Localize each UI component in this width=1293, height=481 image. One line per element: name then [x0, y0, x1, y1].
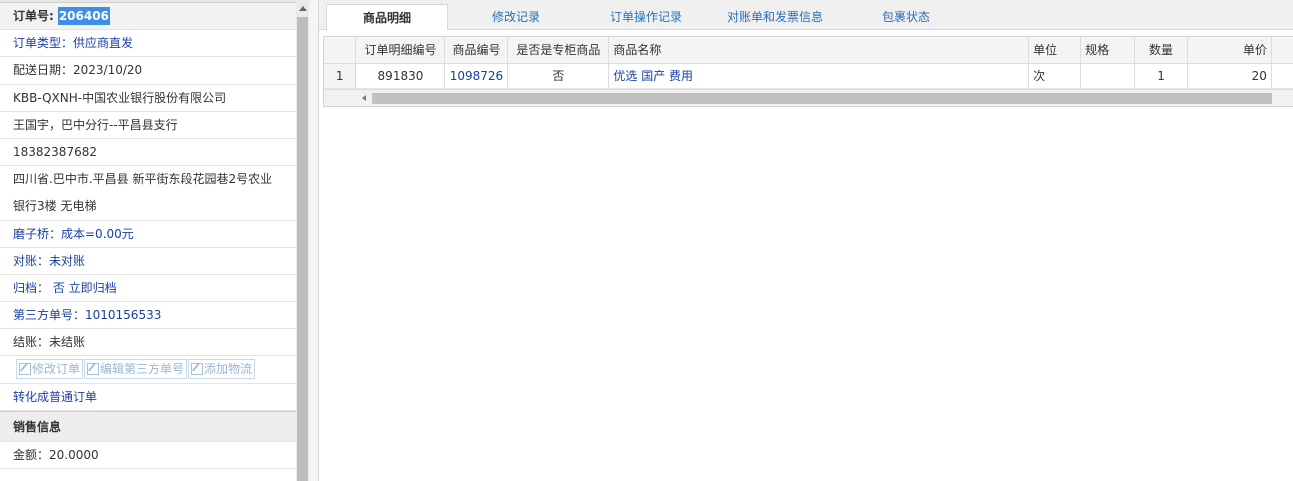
- tab-product-details[interactable]: 商品明细: [326, 4, 448, 31]
- table-header-row: 订单明细编号 商品编号 是否是专柜商品 商品名称 单位 规格 数量 单价: [324, 37, 1293, 64]
- edit-icon: [87, 362, 100, 375]
- product-table: 订单明细编号 商品编号 是否是专柜商品 商品名称 单位 规格 数量 单价 1 8…: [324, 37, 1293, 89]
- detail-panel: 商品明细 修改记录 订单操作记录 对账单和发票信息 包裹状态 订单明细编号 商品…: [319, 0, 1293, 481]
- row-number: 1: [324, 63, 357, 89]
- order-info-panel: 订单号: 206406 订单类型：供应商直发 配送日期：2023/10/20 KB…: [0, 0, 296, 481]
- order-number-label: 订单号:: [13, 9, 54, 23]
- convert-order-link[interactable]: 转化成普通订单: [0, 384, 296, 411]
- order-number-value[interactable]: 206406: [57, 7, 110, 25]
- edit-third-party-button[interactable]: 编辑第三方单号: [84, 358, 188, 379]
- address-line-2: 银行3楼 无电梯: [0, 193, 296, 221]
- tab-order-operations[interactable]: 订单操作记录: [591, 4, 701, 30]
- sales-amount: 金额：20.0000: [0, 442, 296, 469]
- edit-icon: [19, 362, 31, 375]
- left-panel-scrollbar[interactable]: [296, 0, 309, 481]
- edit-third-party-label: 编辑第三方单号: [100, 361, 185, 376]
- edit-order-button[interactable]: 修改订单: [16, 358, 84, 379]
- contact-name: 王国宇，巴中分行--平昌县支行: [0, 112, 296, 139]
- product-detail-grid: 订单明细编号 商品编号 是否是专柜商品 商品名称 单位 规格 数量 单价 1 8…: [323, 36, 1293, 107]
- add-logistics-button[interactable]: 添加物流: [188, 358, 256, 379]
- add-logistics-label: 添加物流: [204, 361, 253, 376]
- column-header-detail-id[interactable]: 订单明细编号: [355, 37, 446, 64]
- table-row[interactable]: 1 891830 1098726 否 优选 国产 费用 次 1 20: [324, 63, 1293, 89]
- tab-edit-history[interactable]: 修改记录: [462, 4, 570, 30]
- column-header-unit[interactable]: 单位: [1028, 37, 1082, 64]
- cell-is-counter: 否: [507, 63, 610, 89]
- tab-statement-invoice[interactable]: 对账单和发票信息: [715, 4, 835, 30]
- cost-info: 磨子桥：成本=0.00元: [0, 221, 296, 248]
- address-line-1: 四川省.巴中市.平昌县 新平街东段花园巷2号农业: [13, 172, 273, 187]
- archive-status[interactable]: 归档： 否 立即归档: [0, 275, 296, 303]
- column-header-product-name[interactable]: 商品名称: [608, 37, 1030, 64]
- column-header-is-counter[interactable]: 是否是专柜商品: [507, 37, 610, 64]
- sales-info-header: 销售信息: [0, 410, 296, 442]
- column-header-unit-price[interactable]: 单价: [1187, 37, 1272, 64]
- cell-extra: [1271, 63, 1293, 89]
- scroll-left-arrow-icon[interactable]: [362, 94, 366, 101]
- edit-icon: [191, 362, 204, 375]
- column-header-quantity[interactable]: 数量: [1134, 37, 1189, 64]
- delivery-date: 配送日期：2023/10/20: [0, 57, 296, 85]
- cell-quantity: 1: [1134, 63, 1189, 89]
- company-name: KBB-QXNH-中国农业银行股份有限公司: [0, 85, 296, 112]
- scrollbar-thumb[interactable]: [372, 92, 1272, 104]
- scrollbar-thumb[interactable]: [297, 17, 308, 481]
- third-party-number: 第三方单号：1010156533: [0, 302, 296, 330]
- cell-unit-price: 20: [1187, 63, 1272, 89]
- cell-spec: [1080, 63, 1136, 89]
- settlement-status: 结账：未结账: [0, 329, 296, 357]
- contact-phone: 18382387682: [0, 139, 296, 167]
- column-header-product-id[interactable]: 商品编号: [444, 37, 509, 64]
- cell-product-name[interactable]: 优选 国产 费用: [608, 63, 1030, 89]
- tab-bar: 商品明细 修改记录 订单操作记录 对账单和发票信息 包裹状态: [319, 0, 1293, 31]
- order-type: 订单类型：供应商直发: [0, 30, 296, 58]
- order-number-row: 订单号: 206406: [0, 3, 296, 31]
- tab-package-status[interactable]: 包裹状态: [859, 4, 953, 30]
- panel-splitter[interactable]: [309, 0, 319, 481]
- action-buttons: 修改订单 编辑第三方单号 添加物流: [0, 356, 296, 384]
- scroll-up-arrow-icon[interactable]: [299, 6, 307, 11]
- cell-detail-id: 891830: [355, 63, 446, 89]
- reconcile-status: 对账：未对账: [0, 248, 296, 275]
- edit-order-label: 修改订单: [32, 361, 81, 376]
- grid-horizontal-scrollbar[interactable]: [324, 88, 1293, 106]
- cell-product-id[interactable]: 1098726: [444, 63, 509, 89]
- column-header-rownum: [324, 37, 357, 64]
- column-header-spec[interactable]: 规格: [1080, 37, 1136, 64]
- column-header-extra: [1271, 37, 1293, 64]
- cell-unit: 次: [1028, 63, 1082, 89]
